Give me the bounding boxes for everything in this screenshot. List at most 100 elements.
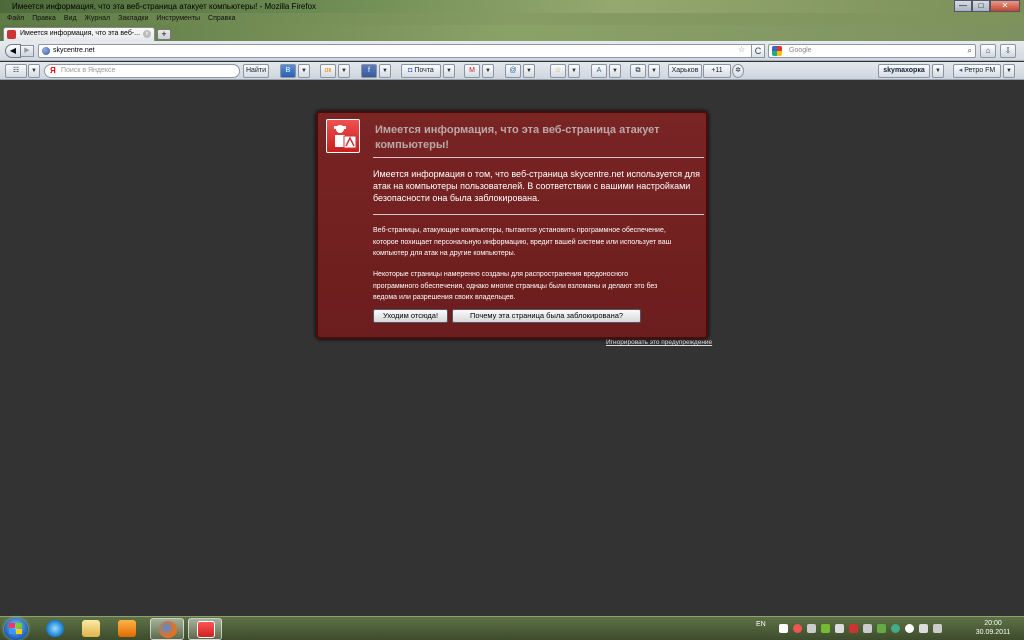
settings-gear-icon[interactable]: ✲ bbox=[732, 64, 744, 78]
window-titlebar: Имеется информация, что эта веб-страница… bbox=[0, 0, 1024, 13]
taskbar-explorer[interactable] bbox=[74, 618, 108, 640]
main-divider bbox=[373, 214, 704, 215]
tray-nvidia-icon[interactable] bbox=[821, 624, 830, 633]
tray-antivirus-icon[interactable] bbox=[793, 624, 802, 633]
gmail-dropdown[interactable]: ▼ bbox=[482, 64, 494, 78]
minimize-button[interactable]: — bbox=[954, 0, 972, 12]
mail-icon: ◘ bbox=[408, 67, 413, 74]
tray-volume-icon[interactable] bbox=[933, 624, 942, 633]
odnoklassniki-dropdown[interactable]: ▼ bbox=[338, 64, 350, 78]
tray-flag-icon[interactable] bbox=[849, 624, 858, 633]
maximize-button[interactable]: □ bbox=[972, 0, 990, 12]
media-player-icon bbox=[118, 620, 136, 637]
tray-skype-icon[interactable] bbox=[905, 624, 914, 633]
menu-bookmarks[interactable]: Закладки bbox=[114, 13, 152, 25]
menu-tools[interactable]: Инструменты bbox=[152, 13, 204, 25]
taskbar-clock[interactable]: 20:00 30.09.2011 bbox=[968, 619, 1018, 637]
bookmark-star-icon[interactable]: ☆ bbox=[738, 45, 745, 54]
vkontakte-dropdown[interactable]: ▼ bbox=[298, 64, 310, 78]
sync-dropdown[interactable]: ▼ bbox=[648, 64, 660, 78]
yandex-toolbar: ☷ ▼ Я Поиск в Яндексе Найти В ▼ ок ▼ f ▼… bbox=[0, 62, 1024, 80]
taskbar-warning-app[interactable] bbox=[188, 618, 222, 640]
forward-button[interactable]: ▶ bbox=[21, 45, 34, 57]
yandex-search-input[interactable]: Я Поиск в Яндексе bbox=[44, 64, 240, 78]
mailru-icon[interactable]: @ bbox=[505, 64, 521, 78]
windows-taskbar: EN 20:00 30.09.2011 bbox=[0, 616, 1024, 640]
yandex-menu-dropdown[interactable]: ▼ bbox=[28, 64, 40, 78]
why-blocked-button[interactable]: Почему эта страница была заблокирована? bbox=[452, 309, 641, 323]
bookmarks-dropdown[interactable]: ▼ bbox=[568, 64, 580, 78]
menu-file[interactable]: Файл bbox=[3, 13, 28, 25]
tray-network-icon[interactable] bbox=[779, 624, 788, 633]
mail-label: Почта bbox=[414, 67, 434, 74]
tray-shield-icon[interactable] bbox=[877, 624, 886, 633]
back-button[interactable]: ◀ bbox=[5, 44, 21, 58]
mail-dropdown[interactable]: ▼ bbox=[443, 64, 455, 78]
mailru-dropdown[interactable]: ▼ bbox=[523, 64, 535, 78]
search-input[interactable]: Google ⌕ bbox=[768, 44, 976, 58]
firefox-icon bbox=[159, 621, 177, 638]
reload-button[interactable]: C bbox=[751, 44, 765, 58]
radio-icon: ◂ bbox=[958, 67, 963, 74]
menu-history[interactable]: Журнал bbox=[81, 13, 115, 25]
warning-favicon-icon bbox=[7, 30, 16, 39]
tray-network-status-icon[interactable] bbox=[919, 624, 928, 633]
url-input[interactable]: skycentre.net bbox=[38, 44, 764, 58]
yandex-menu-button[interactable]: ☷ bbox=[5, 64, 27, 78]
downloads-button[interactable]: ⇩ bbox=[1000, 44, 1016, 58]
url-text: skycentre.net bbox=[53, 47, 95, 54]
globe-icon bbox=[42, 47, 50, 55]
language-indicator[interactable]: EN bbox=[756, 621, 766, 628]
radio-button[interactable]: ◂ Ретро FM bbox=[953, 64, 1001, 78]
translate-dropdown[interactable]: ▼ bbox=[609, 64, 621, 78]
bookmarks-star-icon[interactable]: ☆ bbox=[550, 64, 566, 78]
tray-printer-icon[interactable] bbox=[863, 624, 872, 633]
weather-temp[interactable]: +11 bbox=[703, 64, 731, 78]
warning-paragraph-1: Веб-страницы, атакующие компьютеры, пыта… bbox=[373, 227, 672, 257]
warning-title: Имеется информация, что эта веб-страница… bbox=[375, 124, 660, 151]
tray-update-icon[interactable] bbox=[891, 624, 900, 633]
facebook-dropdown[interactable]: ▼ bbox=[379, 64, 391, 78]
menu-edit[interactable]: Правка bbox=[28, 13, 60, 25]
tray-steam-icon[interactable] bbox=[807, 624, 816, 633]
taskbar-ie[interactable] bbox=[38, 618, 72, 640]
menu-help[interactable]: Справка bbox=[204, 13, 239, 25]
tab-bar: Имеется информация, что эта веб-... x + bbox=[0, 25, 1024, 41]
windows-logo-icon bbox=[9, 623, 22, 634]
translate-icon[interactable]: A bbox=[591, 64, 607, 78]
window-controls: — □ ✕ bbox=[954, 0, 1020, 12]
sync-icon[interactable]: ⧉ bbox=[630, 64, 646, 78]
taskbar-media-player[interactable] bbox=[110, 618, 144, 640]
tab-active[interactable]: Имеется информация, что эта веб-... x bbox=[3, 27, 155, 41]
yandex-search-button[interactable]: Найти bbox=[243, 64, 269, 78]
radio-dropdown[interactable]: ▼ bbox=[1003, 64, 1015, 78]
radio-label: Ретро FM bbox=[964, 67, 996, 74]
ignore-warning-link[interactable]: Игнорировать это предупреждение bbox=[606, 339, 712, 346]
tab-close-icon[interactable]: x bbox=[143, 30, 151, 38]
tray-app-icon[interactable] bbox=[835, 624, 844, 633]
tab-label: Имеется информация, что эта веб-... bbox=[20, 30, 141, 37]
menu-view[interactable]: Вид bbox=[60, 13, 81, 25]
start-button[interactable] bbox=[4, 618, 28, 640]
search-icon[interactable]: ⌕ bbox=[968, 45, 972, 57]
mail-button[interactable]: ◘ Почта bbox=[401, 64, 441, 78]
vkontakte-icon[interactable]: В bbox=[280, 64, 296, 78]
facebook-icon[interactable]: f bbox=[361, 64, 377, 78]
warning-paragraph-2: Некоторые страницы намеренно созданы для… bbox=[373, 271, 658, 301]
taskbar-firefox[interactable] bbox=[150, 618, 184, 640]
warning-main-text: Имеется информация о том, что веб-страни… bbox=[373, 169, 700, 203]
skymahorka-button[interactable]: skymaхорка bbox=[878, 64, 930, 78]
title-divider bbox=[373, 157, 704, 158]
google-icon bbox=[772, 46, 782, 56]
internet-explorer-icon bbox=[46, 620, 64, 637]
menu-bar: Файл Правка Вид Журнал Закладки Инструме… bbox=[0, 13, 1024, 25]
odnoklassniki-icon[interactable]: ок bbox=[320, 64, 336, 78]
home-button[interactable]: ⌂ bbox=[980, 44, 996, 58]
skymahorka-dropdown[interactable]: ▼ bbox=[932, 64, 944, 78]
clock-time: 20:00 bbox=[984, 620, 1002, 627]
weather-city[interactable]: Харьков bbox=[668, 64, 702, 78]
new-tab-button[interactable]: + bbox=[157, 29, 171, 40]
get-away-button[interactable]: Уходим отсюда! bbox=[373, 309, 448, 323]
gmail-icon[interactable]: M bbox=[464, 64, 480, 78]
close-button[interactable]: ✕ bbox=[990, 0, 1020, 12]
